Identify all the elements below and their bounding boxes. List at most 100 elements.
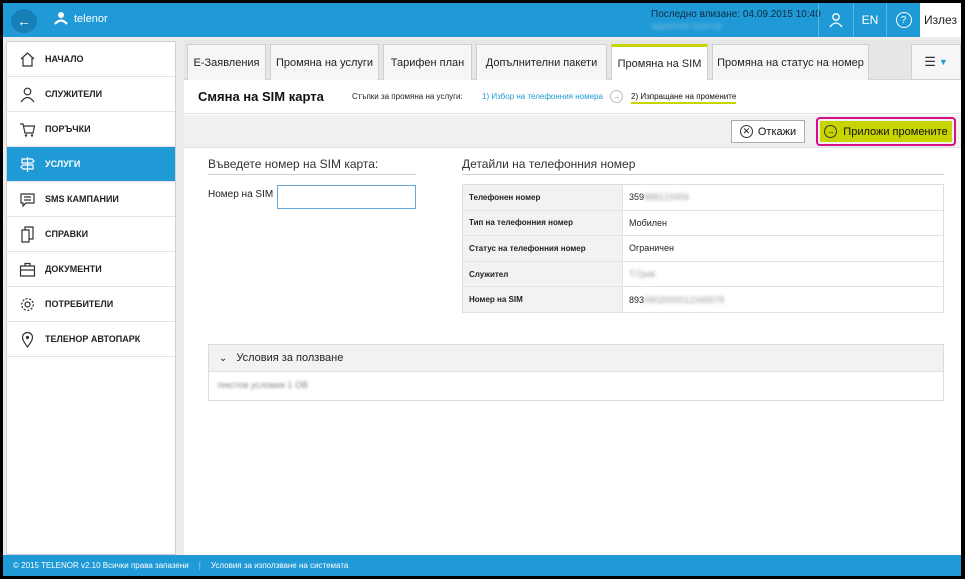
page-title: Смяна на SIM карта: [198, 89, 324, 104]
app-window: ← telenor Последно влизане: 04.09.2015 1…: [3, 3, 961, 576]
sidebar-item-label: НАЧАЛО: [45, 54, 84, 64]
row-key: Телефонен номер: [462, 184, 623, 211]
sidebar-item-fleet[interactable]: ТЕЛЕНОР АВТОПАРК: [7, 322, 175, 357]
copyright: © 2015 TELENOR v2.10 Всички права запазе…: [13, 561, 189, 570]
apply-changes-label: Приложи промените: [843, 125, 948, 138]
step-2-current: 2) Изпращане на промените: [631, 92, 737, 104]
terms-toggle[interactable]: ⌄ Условия за ползване: [209, 345, 943, 372]
arrow-right-circle-icon: →: [610, 90, 623, 103]
table-row: Статус на телефонния номер Ограничен: [462, 235, 944, 262]
arrow-left-icon: ←: [17, 13, 31, 29]
signpost-icon: [17, 155, 37, 173]
location-pin-icon: [17, 330, 37, 348]
brand-name: telenor: [74, 13, 108, 25]
details-section-heading: Детайли на телефонния номер: [462, 157, 944, 175]
employee-redacted: Т.Грив: [629, 269, 656, 280]
terms-body: текстов условия 1 ОВ: [217, 380, 308, 390]
user-icon: [829, 13, 843, 28]
list-menu-icon: ☰: [924, 54, 936, 69]
sidebar-item-services[interactable]: УСЛУГИ: [7, 147, 175, 182]
sidebar-item-label: SMS КАМПАНИИ: [45, 194, 119, 204]
row-value: Т.Грив: [622, 261, 944, 288]
sidebar-item-sms-campaigns[interactable]: SMS КАМПАНИИ: [7, 182, 175, 217]
table-row: Служител Т.Грив: [462, 261, 944, 288]
last-login-user: администратор: [651, 21, 723, 32]
row-value: Мобилен: [622, 210, 944, 237]
step-1-link[interactable]: 1) Избор на телефонния номера: [482, 92, 603, 101]
sidebar-item-reports[interactable]: СПРАВКИ: [7, 217, 175, 252]
cart-icon: [17, 120, 37, 138]
cancel-button[interactable]: ✕ Откажи: [731, 120, 805, 143]
sidebar-item-label: ПОРЪЧКИ: [45, 124, 91, 134]
table-row: Номер на SIM 8935902000012345678: [462, 286, 944, 313]
footer: © 2015 TELENOR v2.10 Всички права запазе…: [3, 555, 961, 576]
row-key: Статус на телефонния номер: [462, 235, 623, 262]
help-icon: ?: [895, 12, 912, 28]
sim-number-input[interactable]: [277, 185, 416, 209]
sidebar-item-label: ТЕЛЕНОР АВТОПАРК: [45, 334, 141, 344]
last-login-info: Последно влизане: 04.09.2015 10:40 админ…: [651, 9, 821, 33]
sidebar-item-documents[interactable]: ДОКУМЕНТИ: [7, 252, 175, 287]
table-row: Телефонен номер 359888123456: [462, 184, 944, 211]
user-profile-button[interactable]: [818, 3, 853, 37]
table-row: Тип на телефонния номер Мобилен: [462, 210, 944, 237]
sidebar-item-label: ДОКУМЕНТИ: [45, 264, 102, 274]
last-login-text: Последно влизане: 04.09.2015 10:40: [651, 9, 821, 20]
close-circle-icon: ✕: [739, 125, 753, 138]
sidebar-item-label: СПРАВКИ: [45, 229, 89, 239]
sidebar-item-home[interactable]: НАЧАЛО: [7, 42, 175, 77]
tab-tariff-plan[interactable]: Тарифен план: [383, 44, 472, 80]
sidebar-item-label: ПОТРЕБИТЕЛИ: [45, 299, 114, 309]
footer-separator: |: [198, 561, 201, 570]
apply-changes-button[interactable]: → Приложи промените: [816, 117, 956, 146]
row-value: 8935902000012345678: [622, 286, 944, 313]
message-icon: [17, 190, 37, 208]
back-button[interactable]: ←: [11, 9, 37, 33]
exit-button[interactable]: Излез: [920, 3, 961, 37]
top-bar: ← telenor Последно влизане: 04.09.2015 1…: [3, 3, 961, 37]
caret-down-icon: ▼: [938, 57, 948, 67]
phone-number-redacted: 888123456: [644, 192, 690, 203]
row-value: Ограничен: [622, 235, 944, 262]
page-header: Смяна на SIM карта Стъпки за промяна на …: [184, 80, 961, 114]
sim-number-redacted: 5902000012345678: [644, 294, 725, 305]
sim-number-prefix: 893: [629, 294, 645, 305]
main-content: Е-Заявления Промяна на услуги Тарифен пл…: [184, 40, 961, 555]
apply-changes-button-body: → Приложи промените: [820, 121, 952, 142]
arrow-right-circle-icon: →: [824, 125, 838, 138]
telenor-logo-icon: [53, 11, 69, 27]
sim-section-heading: Въведете номер на SIM карта:: [208, 157, 416, 175]
row-key: Номер на SIM: [462, 286, 623, 313]
cancel-button-label: Откажи: [757, 125, 797, 138]
help-button[interactable]: ?: [886, 3, 920, 37]
documents-icon: [17, 225, 37, 243]
sidebar-item-employees[interactable]: СЛУЖИТЕЛИ: [7, 77, 175, 112]
home-icon: [17, 50, 37, 68]
row-key: Служител: [462, 261, 623, 288]
terms-panel: ⌄ Условия за ползване текстов условия 1 …: [208, 344, 944, 401]
telenor-logo[interactable]: telenor: [53, 11, 108, 27]
tab-additional-packages[interactable]: Допълнителни пакети: [476, 44, 607, 80]
sidebar: НАЧАЛО СЛУЖИТЕЛИ ПОРЪЧКИ УСЛУГИ SMS КАМП…: [6, 41, 176, 555]
chevron-down-icon: ⌄: [219, 352, 228, 364]
row-value: 359888123456: [622, 184, 944, 211]
language-button[interactable]: EN: [853, 3, 886, 37]
tab-sim-change[interactable]: Промяна на SIM: [611, 44, 708, 81]
tab-overflow-menu[interactable]: ☰ ▼: [911, 44, 961, 80]
terms-title: Условия за ползване: [236, 352, 344, 364]
sidebar-item-users[interactable]: ПОТРЕБИТЕЛИ: [7, 287, 175, 322]
number-details-table: Телефонен номер 359888123456 Тип на теле…: [462, 184, 944, 313]
sidebar-item-label: СЛУЖИТЕЛИ: [45, 89, 103, 99]
action-bar: ✕ Откажи → Приложи промените: [184, 115, 961, 148]
tab-bar: Е-Заявления Промяна на услуги Тарифен пл…: [184, 40, 961, 81]
steps-label: Стъпки за промяна на услуги:: [352, 92, 463, 101]
tab-service-changes[interactable]: Промяна на услуги: [270, 44, 379, 80]
tab-e-applications[interactable]: Е-Заявления: [187, 44, 266, 80]
tab-number-status-change[interactable]: Промяна на статус на номер: [712, 44, 869, 80]
sim-number-label: Номер на SIM: [208, 189, 274, 200]
terms-link[interactable]: Условия за използване на системата: [211, 561, 349, 570]
gear-icon: [17, 295, 37, 313]
sidebar-item-orders[interactable]: ПОРЪЧКИ: [7, 112, 175, 147]
row-key: Тип на телефонния номер: [462, 210, 623, 237]
sidebar-item-label: УСЛУГИ: [45, 159, 81, 169]
